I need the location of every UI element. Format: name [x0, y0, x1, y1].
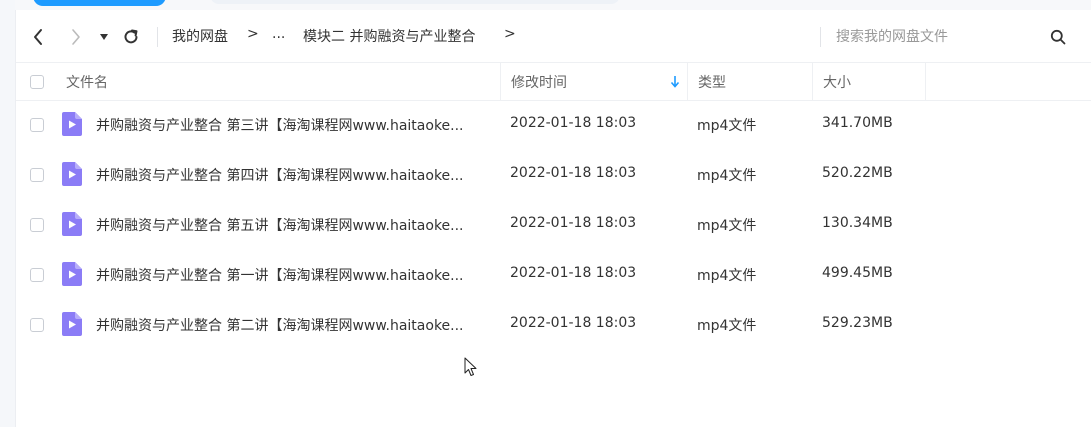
mouse-cursor-icon	[464, 357, 477, 376]
file-size: 499.45MB	[822, 265, 893, 281]
select-all-checkbox[interactable]	[30, 74, 44, 89]
upload-button-edge[interactable]	[33, 0, 166, 6]
file-modified: 2022-01-18 18:03	[510, 115, 637, 131]
row-checkbox[interactable]	[30, 218, 44, 232]
column-header-size[interactable]: 大小	[813, 63, 925, 100]
column-divider	[925, 63, 926, 100]
column-size-label: 大小	[823, 74, 851, 91]
row-checkbox[interactable]	[30, 118, 44, 132]
navigation-bar: 我的网盘 > ... 模块二 并购融资与产业整合 >	[16, 15, 1091, 59]
column-header-type[interactable]: 类型	[688, 63, 812, 100]
file-modified: 2022-01-18 18:03	[510, 265, 637, 281]
table-row[interactable]: 并购融资与产业整合 第四讲【海淘课程网www.haitaoke... 2022-…	[16, 150, 1091, 200]
file-modified: 2022-01-18 18:03	[510, 215, 637, 231]
video-file-icon	[62, 162, 82, 186]
file-size: 529.23MB	[822, 315, 893, 331]
caret-down-icon	[100, 34, 108, 40]
video-file-icon	[62, 112, 82, 136]
row-checkbox[interactable]	[30, 268, 44, 282]
refresh-icon	[124, 29, 138, 44]
row-checkbox[interactable]	[30, 168, 44, 182]
file-modified: 2022-01-18 18:03	[510, 315, 637, 331]
breadcrumb-current[interactable]: 模块二 并购融资与产业整合	[303, 26, 475, 46]
table-row[interactable]: 并购融资与产业整合 第一讲【海淘课程网www.haitaoke... 2022-…	[16, 250, 1091, 300]
file-type: mp4文件	[697, 168, 757, 184]
breadcrumb-ellipsis[interactable]: ...	[272, 26, 285, 42]
file-type: mp4文件	[697, 318, 757, 334]
breadcrumb-root[interactable]: 我的网盘	[172, 26, 228, 46]
search-icon	[1050, 29, 1066, 45]
column-modified-label: 修改时间	[511, 74, 567, 91]
column-type-label: 类型	[698, 74, 726, 91]
breadcrumb-separator: >	[247, 26, 259, 42]
video-file-icon	[62, 262, 82, 286]
file-type: mp4文件	[697, 218, 757, 234]
refresh-button[interactable]	[119, 23, 143, 51]
top-search-edge	[210, 0, 620, 4]
row-checkbox[interactable]	[30, 318, 44, 332]
file-modified: 2022-01-18 18:03	[510, 165, 637, 181]
file-name[interactable]: 并购融资与产业整合 第三讲【海淘课程网www.haitaoke...	[96, 115, 496, 135]
left-panel-edge	[0, 0, 16, 427]
column-header-name[interactable]: 文件名	[56, 63, 500, 100]
arrow-down-icon	[670, 76, 680, 88]
file-name[interactable]: 并购融资与产业整合 第二讲【海淘课程网www.haitaoke...	[96, 315, 496, 335]
file-name[interactable]: 并购融资与产业整合 第四讲【海淘课程网www.haitaoke...	[96, 165, 496, 185]
forward-button[interactable]	[64, 23, 88, 51]
select-all-cell	[20, 63, 56, 100]
search-divider	[820, 27, 821, 47]
file-name[interactable]: 并购融资与产业整合 第五讲【海淘课程网www.haitaoke...	[96, 215, 496, 235]
video-file-icon	[62, 312, 82, 336]
chevron-left-icon	[34, 29, 42, 45]
file-table-header: 文件名 修改时间 类型 大小	[16, 62, 1091, 101]
breadcrumb-trailing-separator: >	[504, 26, 516, 42]
file-size: 520.22MB	[822, 165, 893, 181]
back-button[interactable]	[26, 23, 50, 51]
column-name-label: 文件名	[66, 74, 108, 91]
file-type: mp4文件	[697, 268, 757, 284]
table-row[interactable]: 并购融资与产业整合 第二讲【海淘课程网www.haitaoke... 2022-…	[16, 300, 1091, 350]
video-file-icon	[62, 212, 82, 236]
table-row[interactable]: 并购融资与产业整合 第三讲【海淘课程网www.haitaoke... 2022-…	[16, 100, 1091, 150]
toolbar-divider	[157, 27, 158, 47]
history-dropdown-button[interactable]	[94, 23, 114, 51]
top-bar-edge	[15, 0, 1091, 10]
file-size: 130.34MB	[822, 215, 893, 231]
search-button[interactable]	[1046, 25, 1070, 49]
table-row[interactable]: 并购融资与产业整合 第五讲【海淘课程网www.haitaoke... 2022-…	[16, 200, 1091, 250]
column-header-modified[interactable]: 修改时间	[501, 63, 687, 100]
chevron-right-icon	[72, 29, 80, 45]
file-type: mp4文件	[697, 118, 757, 134]
file-name[interactable]: 并购融资与产业整合 第一讲【海淘课程网www.haitaoke...	[96, 265, 496, 285]
search-input[interactable]	[828, 25, 1054, 49]
file-size: 341.70MB	[822, 115, 893, 131]
